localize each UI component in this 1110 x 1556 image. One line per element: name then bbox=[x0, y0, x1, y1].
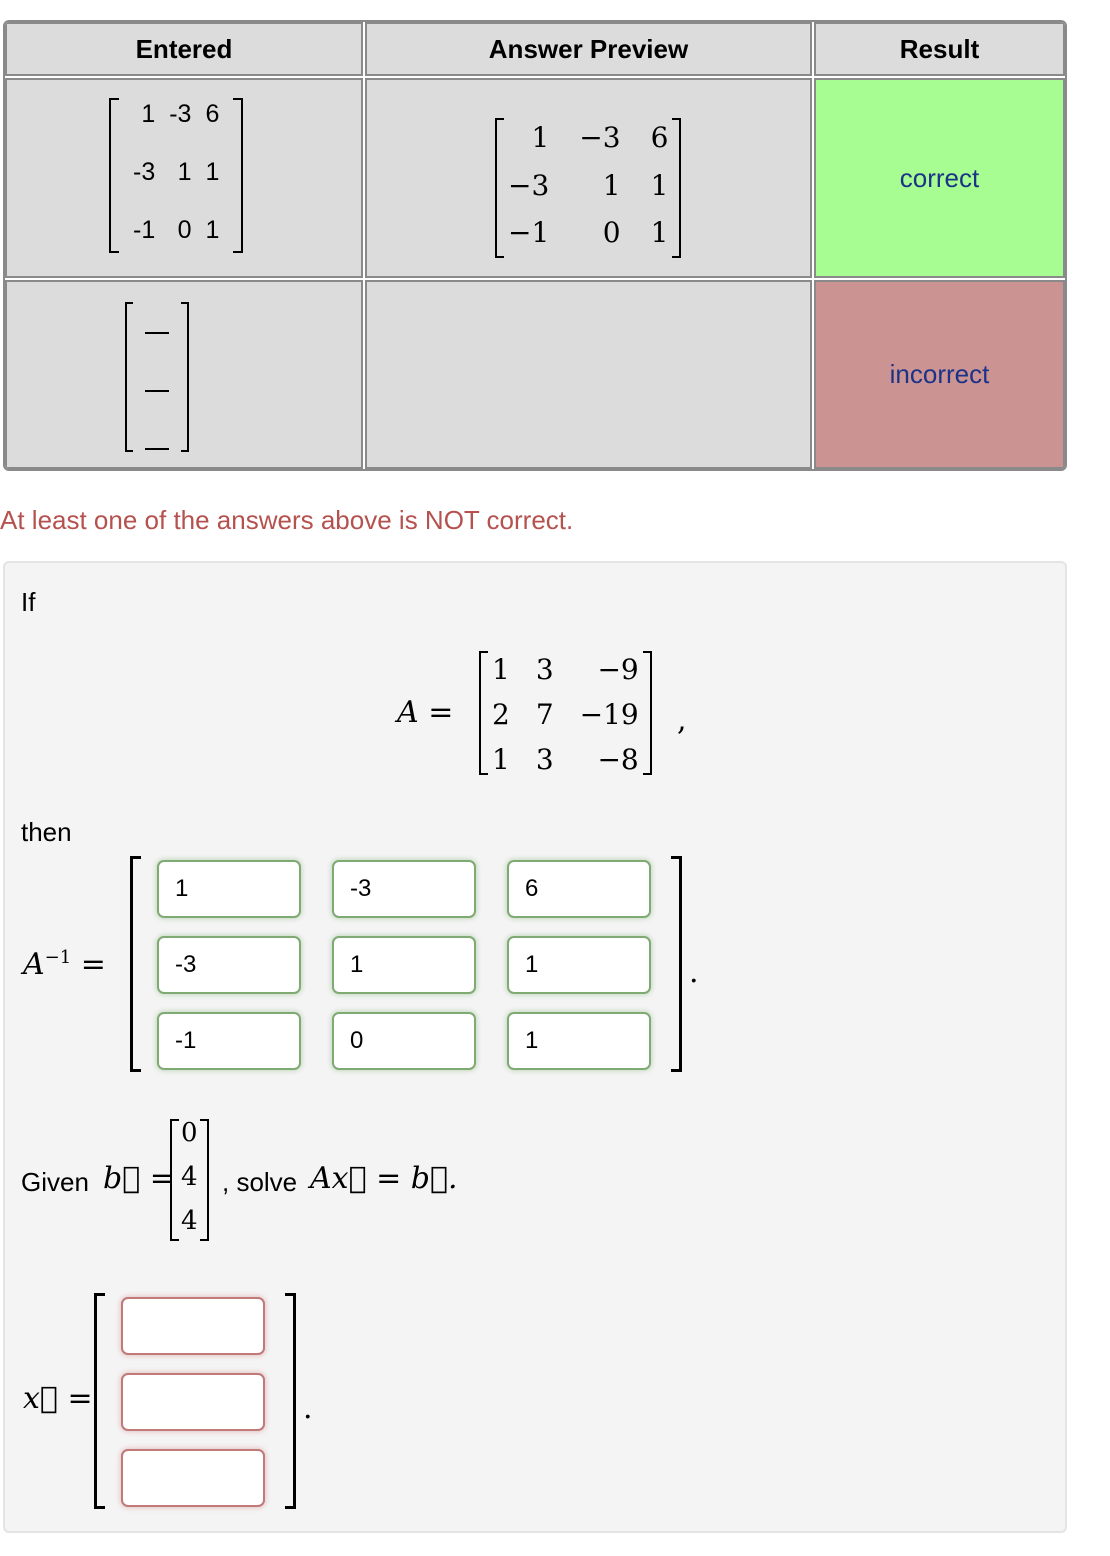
inverse-exponent: −1 bbox=[44, 947, 72, 968]
b-vector: 0 4 4 bbox=[170, 1118, 209, 1241]
entered-value: 1 bbox=[141, 100, 156, 128]
inverse-matrix bbox=[130, 856, 682, 1072]
empty-entry bbox=[145, 390, 169, 392]
x-period: . bbox=[303, 1391, 313, 1426]
b-vector-label: b⃗ = bbox=[103, 1161, 175, 1196]
matrix-a-value: −19 bbox=[579, 698, 639, 731]
inverse-period: . bbox=[689, 955, 699, 990]
solve-equation: Ax⃗ = b⃗. bbox=[310, 1161, 458, 1196]
entered-value: -3 bbox=[133, 158, 156, 186]
preview-value: 1 bbox=[650, 168, 669, 202]
b-symbol: b⃗ bbox=[103, 1161, 141, 1196]
matrix-a-value: 3 bbox=[535, 653, 554, 686]
result-correct: correct bbox=[814, 78, 1065, 278]
x-input-3[interactable] bbox=[121, 1449, 265, 1507]
entered-value: -1 bbox=[133, 216, 156, 244]
b-vector-value: 4 bbox=[181, 1162, 198, 1192]
then-text: then bbox=[21, 817, 72, 847]
x-vector bbox=[94, 1293, 296, 1509]
matrix-a-value: 1 bbox=[492, 653, 510, 686]
preview-value: −1 bbox=[508, 216, 550, 250]
preview-cell-1: 1 −3 6 −3 1 1 −1 0 1 bbox=[365, 78, 812, 278]
inverse-input-r1c3[interactable] bbox=[507, 860, 651, 918]
inverse-label: A−1 = bbox=[23, 947, 106, 982]
inverse-input-r3c2[interactable] bbox=[332, 1012, 476, 1070]
matrix-a: 1 3 −9 2 7 −19 1 3 −8 bbox=[479, 651, 652, 776]
matrix-a-value: 7 bbox=[535, 698, 554, 731]
inverse-input-r2c1[interactable] bbox=[157, 936, 301, 994]
preview-value: −3 bbox=[579, 121, 621, 154]
x-input-2[interactable] bbox=[121, 1373, 265, 1431]
inverse-input-r2c3[interactable] bbox=[507, 936, 651, 994]
intro-text: If bbox=[21, 587, 36, 617]
preview-cell-2 bbox=[365, 280, 812, 469]
x-input-1[interactable] bbox=[121, 1297, 265, 1355]
b-vector-value: 4 bbox=[181, 1206, 198, 1236]
matrix-a-comma: , bbox=[677, 703, 687, 738]
inverse-input-r3c1[interactable] bbox=[157, 1012, 301, 1070]
inverse-input-r1c2[interactable] bbox=[332, 860, 476, 918]
entered-empty-matrix bbox=[115, 302, 225, 452]
entered-cell-2 bbox=[5, 280, 363, 469]
entered-value: 1 bbox=[205, 158, 220, 186]
preview-value: 1 bbox=[531, 121, 550, 154]
preview-value: −3 bbox=[508, 168, 550, 202]
matrix-a-value: −8 bbox=[597, 743, 639, 776]
x-vector-label: x⃗ = bbox=[23, 1381, 93, 1416]
solve-text: , solve bbox=[222, 1167, 298, 1197]
inverse-symbol: A bbox=[23, 947, 45, 982]
results-table: Entered Answer Preview Result 1 -3 6 -3 … bbox=[3, 20, 1067, 471]
entered-value: 1 bbox=[205, 216, 220, 244]
preview-matrix: 1 −3 6 −3 1 1 −1 0 1 bbox=[495, 118, 682, 258]
matrix-a-value: 1 bbox=[492, 743, 510, 776]
header-answer-preview: Answer Preview bbox=[365, 22, 812, 76]
entered-value: 6 bbox=[205, 100, 220, 128]
inverse-input-r1c1[interactable] bbox=[157, 860, 301, 918]
problem-panel: If A = 1 3 −9 2 7 −19 1 3 −8 , then A−1 … bbox=[3, 561, 1067, 1533]
entered-value: 1 bbox=[177, 158, 192, 186]
preview-value: 0 bbox=[602, 216, 621, 250]
matrix-a-label: A = bbox=[397, 695, 454, 730]
empty-entry bbox=[145, 332, 169, 334]
header-entered: Entered bbox=[5, 22, 363, 76]
matrix-a-value: −9 bbox=[597, 653, 639, 686]
b-vector-value: 0 bbox=[181, 1118, 198, 1148]
preview-value: 1 bbox=[650, 216, 669, 250]
empty-entry bbox=[145, 448, 169, 450]
preview-value: 1 bbox=[602, 168, 621, 202]
inverse-input-r3c3[interactable] bbox=[507, 1012, 651, 1070]
entered-matrix: 1 -3 6 -3 1 1 -1 0 1 bbox=[109, 98, 244, 253]
header-result: Result bbox=[814, 22, 1065, 76]
entered-cell-1: 1 -3 6 -3 1 1 -1 0 1 bbox=[5, 78, 363, 278]
incorrect-warning: At least one of the answers above is NOT… bbox=[0, 505, 574, 535]
entered-value: -3 bbox=[169, 100, 192, 128]
preview-value: 6 bbox=[650, 121, 669, 154]
matrix-a-value: 3 bbox=[535, 743, 554, 776]
entered-value: 0 bbox=[177, 216, 192, 244]
inverse-input-r2c2[interactable] bbox=[332, 936, 476, 994]
matrix-a-value: 2 bbox=[492, 698, 510, 731]
equals-sign: = bbox=[80, 947, 106, 982]
result-incorrect: incorrect bbox=[814, 280, 1065, 469]
given-text: Given bbox=[21, 1167, 89, 1197]
